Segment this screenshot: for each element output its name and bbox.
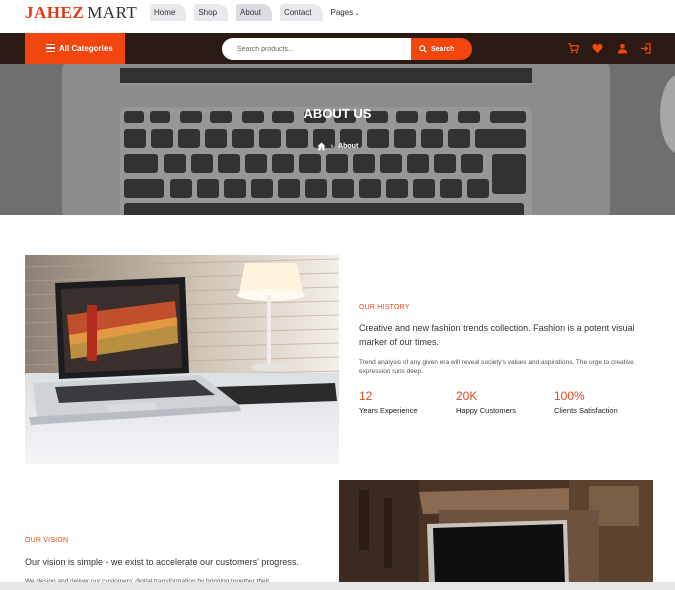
breadcrumb-separator: ›: [330, 143, 334, 150]
chevron-down-icon: ⌄: [354, 11, 360, 17]
nav-pages[interactable]: Pages⌄: [331, 4, 371, 21]
stat-years-number: 12: [359, 389, 373, 403]
stat-satisfaction-number: 100%: [554, 389, 585, 403]
history-label: OUR HISTORY: [359, 304, 410, 311]
search-bar: Search: [222, 38, 472, 60]
nav-shop[interactable]: Shop: [194, 4, 229, 21]
laptop-desk-photo: [25, 255, 339, 464]
top-header: JAHEZ MART Home Shop About Contact Pages⌄: [0, 0, 675, 33]
vision-label: OUR VISION: [25, 537, 69, 544]
cafe-laptop-photo: [339, 480, 653, 585]
search-button-label: Search: [431, 45, 455, 53]
all-categories-label: All Categories: [59, 44, 113, 53]
about-history-image: [25, 255, 339, 464]
nav-about[interactable]: About: [236, 4, 272, 21]
search-icon: [419, 45, 427, 53]
stat-satisfaction-label: Clients Satisfaction: [554, 406, 618, 415]
home-icon[interactable]: [317, 142, 326, 151]
logo-part2: MART: [87, 3, 138, 22]
category-search-bar: All Categories Search: [0, 33, 675, 64]
nav-pages-label: Pages: [330, 8, 354, 17]
search-button[interactable]: Search: [411, 38, 472, 60]
main-nav: Home Shop About Contact Pages⌄: [150, 4, 370, 21]
site-logo[interactable]: JAHEZ MART: [25, 3, 137, 23]
horizontal-scrollbar[interactable]: [0, 582, 675, 590]
vision-lead: Our vision is simple - we exist to accel…: [25, 557, 299, 567]
stat-customers-label: Happy Customers: [456, 406, 517, 415]
breadcrumb-current: About: [338, 143, 359, 150]
menu-icon: [46, 44, 55, 52]
login-icon[interactable]: [640, 43, 651, 54]
nav-contact[interactable]: Contact: [279, 4, 323, 21]
hero-banner: ABOUT US › About: [0, 64, 675, 215]
all-categories-button[interactable]: All Categories: [25, 33, 125, 64]
cart-icon[interactable]: [568, 43, 579, 54]
stat-years-label: Years Experience: [359, 406, 418, 415]
stat-customers-number: 20K: [456, 389, 478, 403]
heart-icon[interactable]: [592, 43, 603, 54]
breadcrumb: › About: [0, 142, 675, 151]
nav-home[interactable]: Home: [150, 4, 187, 21]
history-lead: Creative and new fashion trends collecti…: [359, 323, 635, 347]
user-icon[interactable]: [617, 43, 628, 54]
logo-part1: JAHEZ: [25, 3, 85, 22]
page-title: ABOUT US: [303, 106, 372, 121]
history-body: Trend analysis of any given era will rev…: [359, 359, 634, 375]
search-input[interactable]: [222, 38, 411, 60]
about-vision-image: [339, 480, 653, 585]
